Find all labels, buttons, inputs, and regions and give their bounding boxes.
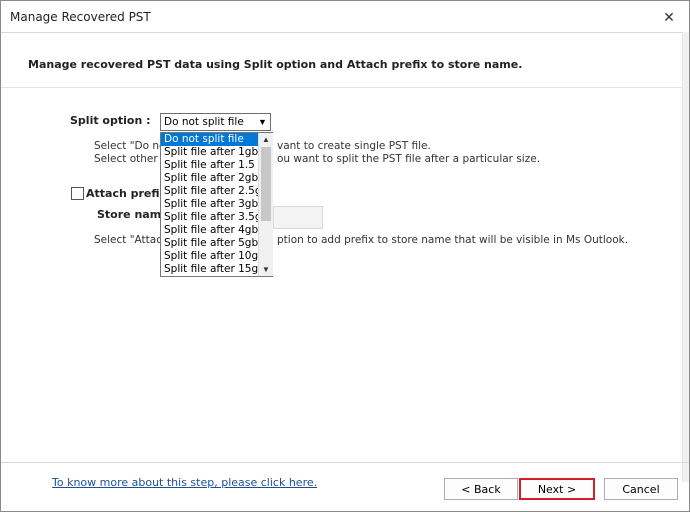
footer-divider xyxy=(1,462,689,463)
split-note-1-end: vant to create single PST file. xyxy=(277,140,431,152)
split-option-select[interactable]: Do not split file ▼ xyxy=(160,113,271,131)
split-note-2-start: Select other P xyxy=(94,153,168,165)
split-note-1-start: Select "Do no xyxy=(94,140,166,152)
dropdown-options: Do not split file Split file after 1gb S… xyxy=(161,133,272,276)
back-button[interactable]: < Back xyxy=(444,478,518,500)
header-description: Manage recovered PST data using Split op… xyxy=(28,58,523,71)
cancel-button[interactable]: Cancel xyxy=(604,478,678,500)
header-band: Manage recovered PST data using Split op… xyxy=(1,32,689,88)
scroll-down-icon[interactable]: ▼ xyxy=(259,263,273,276)
dropdown-option[interactable]: Do not split file xyxy=(161,133,258,146)
next-button[interactable]: Next > xyxy=(519,478,595,500)
dialog-window: Manage Recovered PST ✕ Manage recovered … xyxy=(0,0,690,512)
split-note-2-end: ou want to split the PST file after a pa… xyxy=(277,153,541,165)
dropdown-option[interactable]: Split file after 1.5 gb xyxy=(161,159,272,172)
attach-prefix-checkbox[interactable] xyxy=(71,187,84,200)
dropdown-option[interactable]: Split file after 5gb xyxy=(161,237,258,250)
title-bar: Manage Recovered PST ✕ xyxy=(1,1,689,32)
store-name-label: Store name xyxy=(97,208,169,221)
store-name-input[interactable] xyxy=(273,206,323,229)
dropdown-option[interactable]: Split file after 4gb xyxy=(161,224,258,237)
scrollbar-thumb[interactable] xyxy=(261,147,271,221)
dropdown-option[interactable]: Split file after 1gb xyxy=(161,146,258,159)
prefix-note-start: Select "Attach xyxy=(94,234,169,246)
prefix-note-end: ption to add prefix to store name that w… xyxy=(277,234,629,246)
dropdown-option[interactable]: Split file after 3gb xyxy=(161,198,258,211)
right-edge-strip xyxy=(682,32,689,482)
close-icon[interactable]: ✕ xyxy=(661,9,677,25)
split-option-dropdown-list[interactable]: Do not split file Split file after 1gb S… xyxy=(160,132,273,277)
scroll-up-icon[interactable]: ▲ xyxy=(259,133,273,146)
window-title: Manage Recovered PST xyxy=(10,10,151,24)
split-option-selected-value: Do not split file xyxy=(164,116,244,128)
dropdown-option[interactable]: Split file after 3.5gb xyxy=(161,211,268,224)
chevron-down-icon[interactable]: ▼ xyxy=(257,117,268,128)
dropdown-option[interactable]: Split file after 15gb xyxy=(161,263,265,276)
dropdown-option[interactable]: Split file after 2.5gb xyxy=(161,185,268,198)
split-option-label: Split option : xyxy=(70,114,151,127)
dropdown-scrollbar[interactable]: ▲ ▼ xyxy=(258,133,273,276)
dropdown-option[interactable]: Split file after 2gb xyxy=(161,172,258,185)
dropdown-option[interactable]: Split file after 10gb xyxy=(161,250,265,263)
help-link[interactable]: To know more about this step, please cli… xyxy=(52,476,317,489)
